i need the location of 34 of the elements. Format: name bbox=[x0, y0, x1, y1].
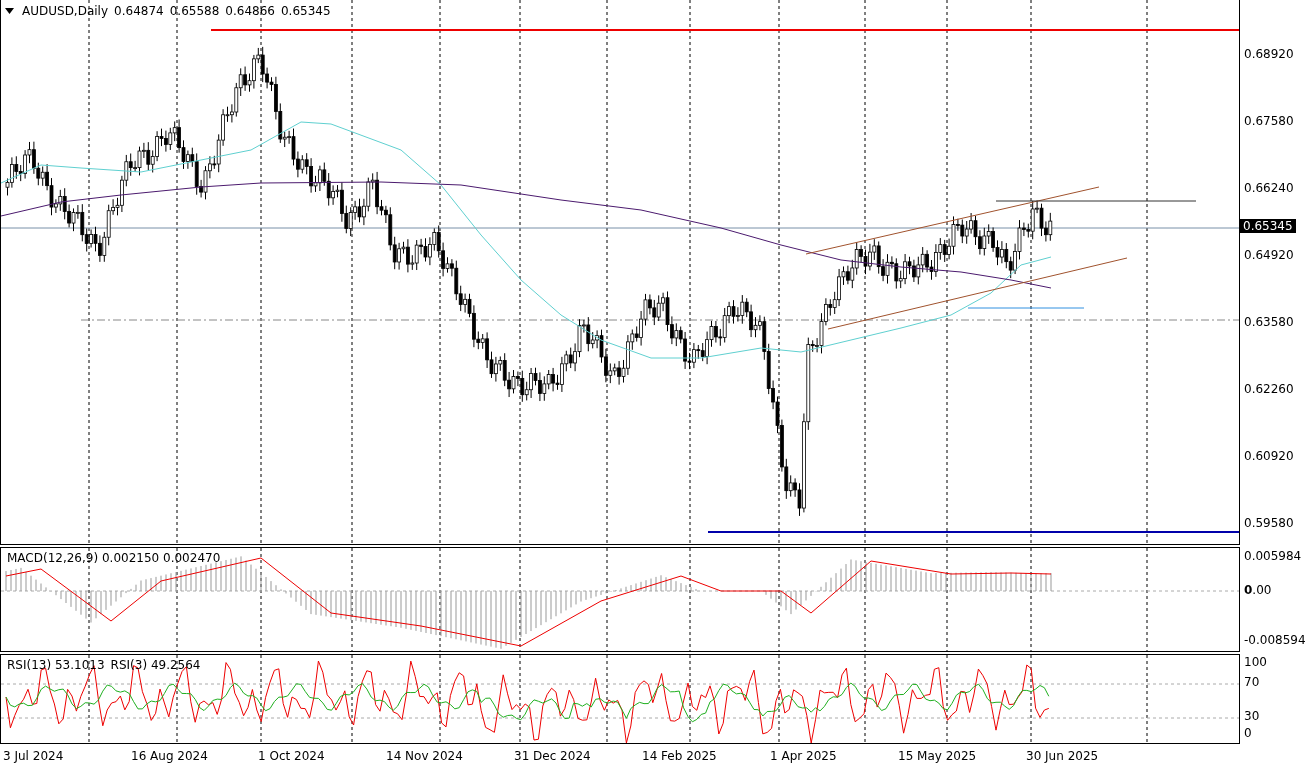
rsi-tick-label: 0 bbox=[1244, 726, 1252, 740]
date-label: 3 Jul 2024 bbox=[3, 749, 64, 763]
macd-tick-label: -0.008594 bbox=[1244, 633, 1306, 647]
price-tick-label: 0.64920 bbox=[1244, 248, 1294, 262]
price-value: 0.64866 bbox=[225, 4, 275, 18]
price-tick-label: 0.66240 bbox=[1244, 181, 1294, 195]
symbol-label: AUDUSD,Daily bbox=[22, 4, 109, 18]
rsi-tick-label: 100 bbox=[1244, 655, 1267, 669]
price-tick-label: 0.59580 bbox=[1244, 516, 1294, 530]
date-label: 15 May 2025 bbox=[898, 749, 977, 763]
price-tick-label: 0.68920 bbox=[1244, 47, 1294, 61]
price-tick-label: 0.62260 bbox=[1244, 382, 1294, 396]
macd-tick-label: 0.00 bbox=[1244, 583, 1272, 597]
price-value: 0.64874 bbox=[114, 4, 164, 18]
date-label: 1 Apr 2025 bbox=[770, 749, 837, 763]
price-value: 0.65588 bbox=[169, 4, 220, 18]
price-tick-label: 0.60920 bbox=[1244, 449, 1294, 463]
current-price-label: 0.65345 bbox=[1240, 219, 1296, 233]
rsi-label: RSI(3) 49.2564 bbox=[110, 658, 201, 672]
dropdown-icon[interactable] bbox=[5, 8, 14, 14]
rsi-tick-label: 70 bbox=[1244, 675, 1260, 689]
price-value: 0.65345 bbox=[280, 4, 331, 18]
date-label: 1 Oct 2024 bbox=[258, 749, 325, 763]
rsi-label: RSI(13) 53.1013 bbox=[7, 658, 105, 672]
date-label: 30 Jun 2025 bbox=[1026, 749, 1099, 763]
price-tick-label: 0.63580 bbox=[1244, 315, 1294, 329]
date-label: 31 Dec 2024 bbox=[514, 749, 591, 763]
date-label: 14 Nov 2024 bbox=[386, 749, 463, 763]
macd-tick-label: 0.005984 bbox=[1244, 549, 1302, 563]
price-tick-label: 0.67580 bbox=[1244, 114, 1294, 128]
macd-label: MACD(12,26,9) 0.002150 0.002470 bbox=[7, 551, 221, 565]
date-label: 14 Feb 2025 bbox=[642, 749, 717, 763]
rsi-tick-label: 30 bbox=[1244, 709, 1260, 723]
date-label: 16 Aug 2024 bbox=[131, 749, 208, 763]
